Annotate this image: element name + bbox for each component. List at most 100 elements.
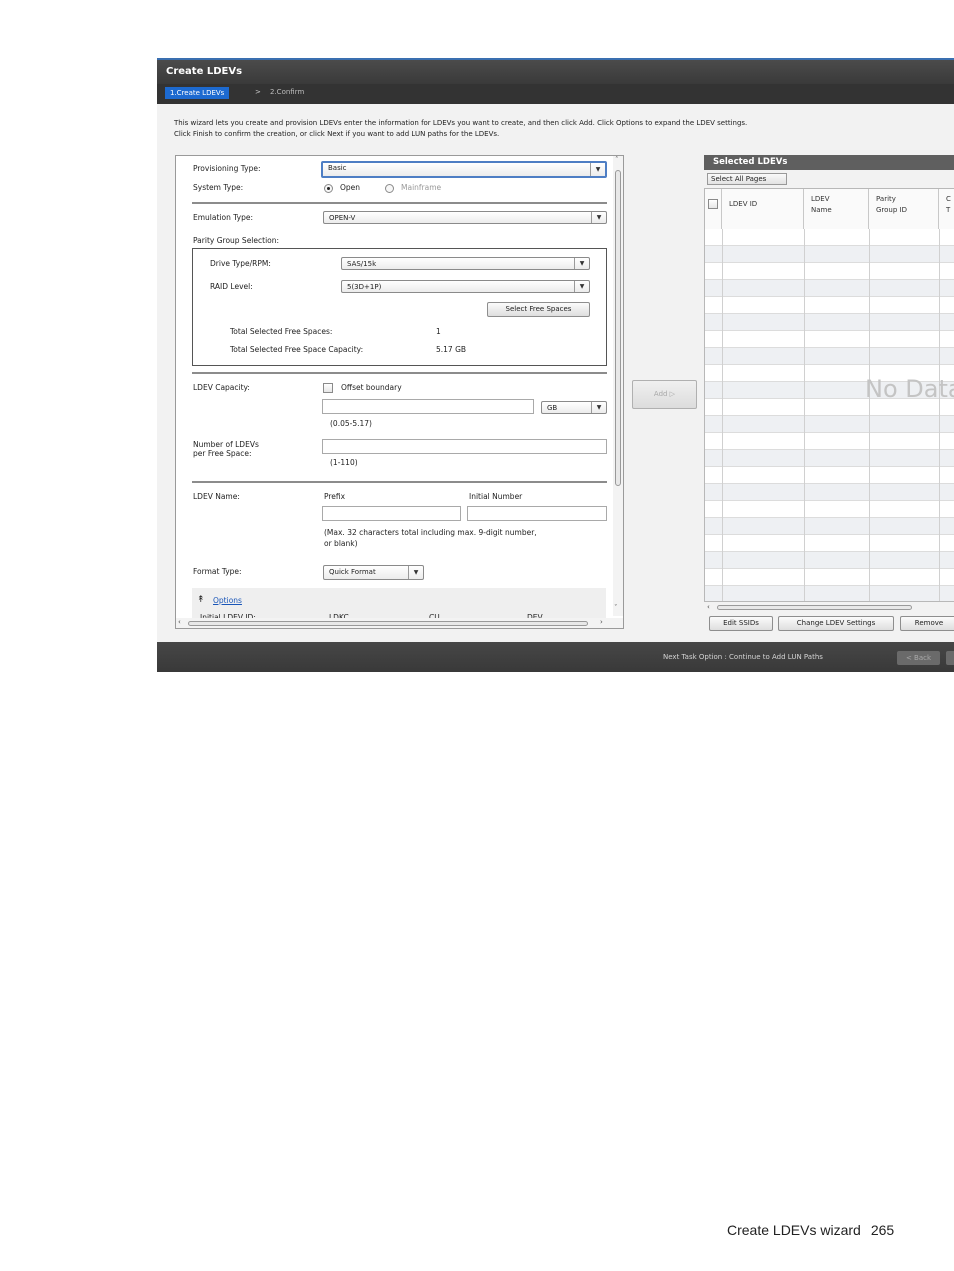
options-section: ↟ Options Initial LDEV ID: LDKC CU DEV [192, 588, 606, 622]
chevron-down-icon: ▼ [574, 281, 589, 292]
page-number: 265 [870, 1222, 895, 1238]
selected-ldevs-title: Selected LDEVs [704, 155, 954, 170]
column-truncated[interactable]: C T [939, 189, 954, 229]
column-divider [939, 229, 940, 601]
table-row [705, 263, 954, 280]
format-type-label: Format Type: [193, 567, 242, 576]
table-row [705, 314, 954, 331]
total-free-space-capacity-label: Total Selected Free Space Capacity: [230, 345, 364, 354]
table-row [705, 433, 954, 450]
raid-level-label: RAID Level: [210, 282, 253, 291]
step-create-ldevs[interactable]: 1.Create LDEVs [165, 87, 230, 99]
table-row [705, 535, 954, 552]
offset-boundary-checkbox[interactable] [323, 383, 333, 393]
raid-level-select[interactable]: 5(3D+1P) ▼ [341, 280, 590, 293]
caption-text: Create LDEVs wizard [727, 1222, 861, 1238]
no-data-message: No Data [865, 375, 954, 403]
wizard-footer: Next Task Option : Continue to Add LUN P… [157, 642, 954, 672]
column-ldev-name[interactable]: LDEV Name [804, 189, 869, 229]
scroll-right-icon[interactable]: › [600, 618, 603, 626]
table-row [705, 586, 954, 601]
provisioning-type-label: Provisioning Type: [193, 164, 261, 173]
scroll-down-icon[interactable]: ˇ [614, 604, 618, 612]
total-free-spaces-value: 1 [436, 327, 441, 336]
radio-mainframe[interactable] [385, 184, 394, 193]
scroll-left-icon[interactable]: ‹ [707, 603, 710, 611]
initial-number-label: Initial Number [469, 492, 523, 501]
table-row [705, 552, 954, 569]
prefix-label: Prefix [324, 492, 346, 501]
table-horizontal-scrollbar[interactable]: ‹ [704, 603, 954, 613]
table-row [705, 416, 954, 433]
chevron-down-icon: ▼ [574, 258, 589, 269]
form-horizontal-scrollbar[interactable]: ‹ › [176, 618, 623, 628]
column-parity-group-id[interactable]: Parity Group ID [869, 189, 939, 229]
header-checkbox-cell [705, 189, 722, 229]
wizard-instructions: This wizard lets you create and provisio… [174, 119, 748, 138]
select-all-checkbox[interactable] [708, 199, 718, 209]
table-row [705, 450, 954, 467]
next-task-option[interactable]: Next Task Option : Continue to Add LUN P… [663, 653, 823, 661]
chevron-down-icon: ▼ [590, 163, 605, 176]
table-row [705, 331, 954, 348]
ldev-capacity-input[interactable] [322, 399, 534, 414]
divider [192, 481, 607, 483]
step-separator: > [255, 88, 261, 96]
scrollbar-thumb[interactable] [188, 621, 588, 626]
edit-ssids-button[interactable]: Edit SSIDs [709, 616, 773, 631]
drive-type-select[interactable]: SAS/15k ▼ [341, 257, 590, 270]
table-row [705, 280, 954, 297]
table-row [705, 246, 954, 263]
options-link[interactable]: Options [213, 596, 242, 605]
offset-boundary-label: Offset boundary [341, 383, 402, 392]
wizard-steps: 1.Create LDEVs > 2.Confirm [157, 84, 954, 104]
table-row [705, 569, 954, 586]
step-confirm[interactable]: 2.Confirm [270, 88, 304, 96]
table-row [705, 348, 954, 365]
back-button[interactable]: < Back [897, 651, 940, 665]
selected-ldevs-table: LDEV ID LDEV Name Parity Group ID C T No… [704, 188, 954, 602]
number-of-ldevs-input[interactable] [322, 439, 607, 454]
chevron-down-icon: ▼ [591, 402, 606, 413]
column-divider [869, 229, 870, 601]
parity-group-box: Drive Type/RPM: SAS/15k ▼ RAID Level: 5(… [192, 248, 607, 366]
scrollbar-thumb[interactable] [717, 605, 912, 610]
remove-button[interactable]: Remove [900, 616, 954, 631]
ldev-name-label: LDEV Name: [193, 492, 240, 501]
initial-number-input[interactable] [467, 506, 607, 521]
select-all-pages-button[interactable]: Select All Pages [707, 173, 787, 185]
next-button[interactable] [946, 651, 954, 665]
column-ldev-id[interactable]: LDEV ID [722, 189, 804, 229]
ldev-name-hint-line2: or blank) [324, 539, 358, 548]
column-divider [722, 229, 723, 601]
divider [192, 202, 607, 204]
capacity-range-hint: (0.05-5.17) [330, 419, 372, 428]
parity-group-selection-label: Parity Group Selection: [193, 236, 280, 245]
scroll-up-icon[interactable]: ˆ [615, 156, 619, 164]
scroll-left-icon[interactable]: ‹ [178, 618, 181, 626]
chevron-down-icon: ▼ [408, 566, 423, 579]
select-free-spaces-button[interactable]: Select Free Spaces [487, 302, 590, 317]
table-row [705, 467, 954, 484]
scrollbar-thumb[interactable] [615, 170, 621, 486]
divider [192, 372, 607, 374]
format-type-select[interactable]: Quick Format ▼ [323, 565, 424, 580]
collapse-chevron-icon[interactable]: ↟ [197, 595, 205, 605]
provisioning-type-select[interactable]: Basic ▼ [321, 161, 607, 178]
radio-open[interactable] [324, 184, 333, 193]
ldev-settings-form: Provisioning Type: Basic ▼ System Type: … [175, 155, 624, 629]
ldev-capacity-label: LDEV Capacity: [193, 383, 250, 392]
form-vertical-scrollbar[interactable]: ˆ ˇ [613, 156, 623, 616]
change-ldev-settings-button[interactable]: Change LDEV Settings [778, 616, 894, 631]
total-free-spaces-label: Total Selected Free Spaces: [230, 327, 333, 336]
capacity-unit-select[interactable]: GB ▼ [541, 401, 607, 414]
chevron-down-icon: ▼ [591, 212, 606, 223]
radio-open-label: Open [340, 183, 361, 192]
add-button[interactable]: Add ▷ [632, 380, 697, 409]
prefix-input[interactable] [322, 506, 461, 521]
emulation-type-select[interactable]: OPEN-V ▼ [323, 211, 607, 224]
table-row [705, 229, 954, 246]
table-row [705, 297, 954, 314]
drive-type-label: Drive Type/RPM: [210, 259, 271, 268]
number-range-hint: (1-110) [330, 458, 358, 467]
